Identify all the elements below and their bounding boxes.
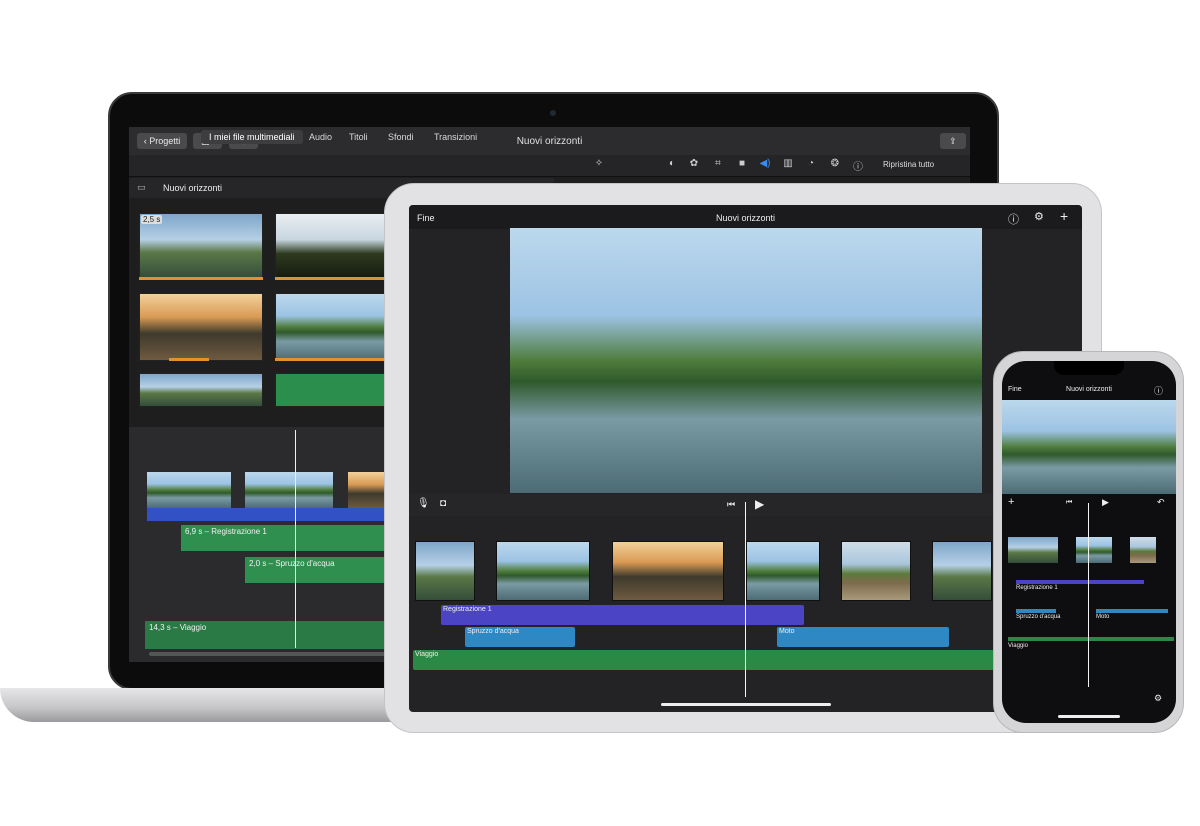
timeline-clip[interactable] [147, 472, 231, 508]
skip-back-icon[interactable]: ⏮ [727, 499, 735, 510]
horizontal-scrollbar[interactable] [149, 652, 389, 656]
playhead[interactable] [1088, 503, 1089, 687]
audio-track-spruzzo[interactable]: Spruzzo d'acqua [465, 627, 575, 647]
duration-badge: 2,5 s [141, 215, 163, 224]
camera-icon[interactable]: ◘ [440, 498, 446, 509]
ipad-imovie-screen: Fine Nuovi orizzonti ⓘ ⚙ + 🎙︎ ◘ ⏮ ▶ Regi… [409, 205, 1082, 712]
timeline-clip[interactable] [245, 472, 333, 508]
timeline-clip[interactable] [746, 541, 820, 601]
camera [550, 110, 556, 116]
track-label: Viaggio [1008, 643, 1028, 649]
play-icon[interactable]: ▶ [1102, 497, 1109, 508]
mac-tabbar [129, 155, 970, 177]
project-title: Nuovi orizzonti [715, 213, 776, 223]
playhead[interactable] [295, 430, 296, 648]
undo-icon[interactable]: ↶ [1157, 497, 1165, 508]
tab-titles[interactable]: Titoli [349, 132, 368, 142]
share-icon: ⇪ [949, 136, 957, 146]
track-label: Moto [1096, 614, 1110, 620]
project-title: Nuovi orizzonti [1066, 386, 1112, 393]
play-icon[interactable]: ▶ [755, 497, 764, 511]
timeline-clip[interactable] [1130, 537, 1156, 563]
palette-icon[interactable]: ✿ [687, 158, 701, 169]
magic-wand-icon[interactable]: ✧ [592, 158, 606, 169]
audio-track-registrazione[interactable] [1016, 580, 1144, 584]
iphone-notch [1054, 361, 1124, 375]
reset-all-button[interactable]: Ripristina tutto [883, 160, 934, 169]
tab-audio[interactable]: Audio [309, 132, 332, 142]
timeline-clip[interactable] [1008, 537, 1058, 563]
tab-my-media[interactable]: I miei file multimediali [201, 130, 303, 144]
timeline-clip[interactable] [841, 541, 911, 601]
volume-icon[interactable]: ◀) [758, 158, 772, 169]
info-icon[interactable]: ⓘ [851, 158, 865, 173]
audio-track-moto[interactable] [1096, 609, 1168, 613]
help-icon[interactable]: ⓘ [1008, 211, 1019, 227]
video-viewer[interactable] [1002, 400, 1176, 494]
settings-gear-icon[interactable]: ⚙ [1034, 210, 1044, 223]
audio-track-spruzzo[interactable] [1016, 609, 1056, 613]
settings-gear-icon[interactable]: ⚙ [1154, 693, 1162, 704]
track-label: Registrazione 1 [1016, 585, 1058, 591]
share-button[interactable]: ⇪ [940, 133, 966, 149]
crop-icon[interactable]: ⌗ [711, 158, 725, 169]
library-title: Nuovi orizzonti [163, 183, 223, 193]
media-thumb[interactable] [139, 293, 263, 361]
used-marker [275, 277, 387, 280]
tab-backgrounds[interactable]: Sfondi [388, 132, 414, 142]
home-indicator [661, 703, 831, 706]
add-icon[interactable]: + [1008, 496, 1014, 508]
timeline-clip[interactable] [496, 541, 590, 601]
tab-transitions[interactable]: Transizioni [434, 132, 477, 142]
skip-back-icon[interactable]: ⏮ [1066, 499, 1072, 507]
music-track-viaggio[interactable] [1008, 637, 1174, 641]
iphone-imovie-screen: Fine Nuovi orizzonti ⓘ + ⏮ ▶ ↶ Registraz… [1002, 361, 1176, 723]
filter-icon[interactable]: ❂ [828, 158, 842, 169]
music-clip-viaggio[interactable]: 14,3 s – Viaggio [145, 621, 409, 649]
media-thumb[interactable] [139, 373, 263, 407]
microphone-icon[interactable]: 🎙︎ [417, 498, 430, 509]
video-viewer[interactable] [510, 228, 982, 493]
home-indicator [1058, 715, 1120, 718]
help-icon[interactable]: ⓘ [1154, 384, 1163, 397]
audio-track-moto[interactable]: Moto [777, 627, 949, 647]
sidebar-toggle-icon[interactable]: ▭ [137, 182, 146, 193]
playhead[interactable] [745, 502, 746, 697]
track-label: Spruzzo d'acqua [1016, 614, 1061, 620]
stabilize-camera-icon[interactable]: ■ [735, 158, 749, 169]
media-thumb[interactable] [275, 213, 387, 279]
equalizer-icon[interactable]: ▥ [781, 158, 795, 169]
timeline-clip[interactable] [932, 541, 992, 601]
used-marker [139, 277, 263, 280]
media-thumb[interactable] [275, 293, 387, 361]
music-track-viaggio[interactable]: Viaggio [413, 650, 1082, 670]
speed-icon[interactable]: ◔ [804, 158, 818, 169]
audio-thumb[interactable] [275, 373, 387, 407]
color-balance-icon[interactable]: ◐ [665, 158, 679, 169]
audio-track-registrazione[interactable]: Registrazione 1 [441, 605, 804, 625]
timeline-clip[interactable] [415, 541, 475, 601]
timeline-clip[interactable] [1076, 537, 1112, 563]
used-marker [275, 358, 387, 361]
add-icon[interactable]: + [1060, 208, 1068, 224]
clip-audio-bar [147, 508, 409, 521]
used-marker [169, 358, 209, 361]
timeline-clip[interactable] [612, 541, 724, 601]
